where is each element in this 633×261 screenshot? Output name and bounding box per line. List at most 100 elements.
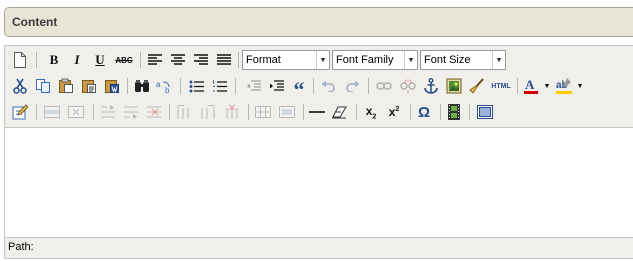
toolbar-separator [410, 104, 411, 120]
copy-icon [36, 79, 50, 93]
merge-cells-icon [279, 106, 295, 118]
font-color-dropdown[interactable]: ▼ [541, 76, 553, 96]
align-center-button[interactable] [168, 50, 188, 70]
chevron-down-icon: ▼ [316, 51, 329, 69]
toolbar-separator [169, 104, 170, 120]
html-source-button[interactable]: HTML [489, 76, 513, 96]
superscript-icon: x2 [389, 105, 400, 119]
format-select[interactable]: Format ▼ [242, 50, 330, 70]
underline-icon: U [95, 52, 105, 67]
subscript-mark: 2 [372, 113, 377, 121]
align-justify-button[interactable] [214, 50, 234, 70]
paste-text-icon [82, 80, 96, 93]
paste-text-button[interactable] [79, 76, 99, 96]
anchor-button[interactable] [421, 76, 441, 96]
col-before-icon [177, 105, 189, 119]
align-left-button[interactable] [145, 50, 165, 70]
outdent-button[interactable] [243, 76, 263, 96]
insert-link-button[interactable] [374, 76, 394, 96]
delete-row-button[interactable] [66, 102, 86, 122]
highlight-color-button[interactable]: ab [554, 76, 574, 96]
highlight-color-icon: ab [556, 78, 572, 94]
strikethrough-icon: ABC [115, 55, 133, 65]
new-document-button[interactable] [10, 50, 30, 70]
split-cells-icon [255, 106, 271, 118]
scissors-icon [13, 78, 27, 94]
align-right-button[interactable] [191, 50, 211, 70]
table-delete-icon [68, 106, 84, 118]
numbered-list-button[interactable] [209, 76, 229, 96]
delete-table-row-button[interactable] [144, 102, 164, 122]
insert-image-button[interactable] [444, 76, 464, 96]
paste-word-button[interactable] [102, 76, 122, 96]
edit-css-button[interactable] [10, 102, 30, 122]
strikethrough-button[interactable]: ABC [112, 50, 136, 70]
align-center-icon [171, 54, 185, 65]
insert-col-after-button[interactable] [198, 102, 218, 122]
fullscreen-icon [477, 105, 493, 119]
link-icon [376, 82, 392, 90]
cut-button[interactable] [10, 76, 30, 96]
row-before-icon [101, 105, 115, 118]
insert-col-before-button[interactable] [174, 102, 194, 122]
indent-button[interactable] [266, 76, 286, 96]
blockquote-button[interactable]: “ [289, 76, 309, 101]
toolbar-separator [517, 78, 518, 94]
insert-row-after-button[interactable] [121, 102, 141, 122]
italic-icon: I [74, 52, 80, 67]
rich-text-editor: B I U ABC Format ▼ Font Family ▼ Font Si… [4, 45, 633, 259]
find-button[interactable] [132, 76, 152, 96]
html-icon: HTML [491, 82, 511, 90]
fullscreen-button[interactable] [475, 102, 495, 122]
insert-media-button[interactable] [444, 102, 464, 122]
superscript-mark: 2 [395, 106, 400, 113]
bold-button[interactable]: B [44, 50, 64, 70]
delete-col-button[interactable] [222, 102, 242, 122]
superscript-button[interactable]: x2 [384, 102, 404, 122]
film-icon [448, 104, 460, 120]
paste-icon [59, 78, 73, 93]
remove-format-button[interactable] [330, 102, 350, 122]
toolbar-separator [127, 78, 128, 94]
toolbar-separator [440, 104, 441, 120]
font-size-select[interactable]: Font Size ▼ [420, 50, 506, 70]
redo-button[interactable] [343, 76, 363, 96]
undo-button[interactable] [318, 76, 338, 96]
indent-icon [269, 79, 284, 91]
undo-icon [321, 80, 335, 92]
horizontal-rule-button[interactable] [307, 102, 327, 122]
horizontal-rule-icon [309, 111, 325, 113]
split-cells-button[interactable] [253, 102, 273, 122]
paste-word-icon [105, 80, 119, 93]
paste-button[interactable] [56, 76, 76, 96]
merge-cells-button[interactable] [277, 102, 297, 122]
cleanup-button[interactable] [467, 76, 487, 96]
font-family-select[interactable]: Font Family ▼ [332, 50, 418, 70]
toolbar-separator [180, 78, 181, 94]
eraser-icon [332, 106, 347, 119]
bold-icon: B [49, 52, 59, 67]
bullet-list-button[interactable] [186, 76, 206, 96]
svg-text:b: b [165, 86, 170, 94]
highlight-color-dropdown[interactable]: ▼ [574, 76, 586, 96]
panel-title: Content [12, 15, 58, 29]
special-character-button[interactable]: Ω [414, 102, 434, 122]
insert-row-before-button[interactable] [98, 102, 118, 122]
editor-content-area[interactable] [5, 128, 633, 238]
copy-button[interactable] [33, 76, 53, 96]
italic-button[interactable]: I [67, 50, 87, 70]
svg-text:a: a [156, 80, 161, 89]
chevron-down-icon: ▼ [404, 51, 417, 69]
toolbar-separator [469, 104, 470, 120]
replace-button[interactable]: ab [155, 76, 175, 96]
unlink-button[interactable] [398, 76, 418, 96]
insert-row-button[interactable] [42, 102, 62, 122]
font-color-button[interactable]: A [521, 76, 541, 96]
outdent-icon [246, 79, 261, 91]
font-color-icon: A [524, 77, 538, 94]
subscript-button[interactable]: x2 [361, 102, 381, 122]
col-delete-icon [226, 104, 238, 119]
table-row-icon [44, 106, 60, 118]
underline-button[interactable]: U [90, 50, 110, 70]
row-delete-icon [147, 106, 161, 118]
